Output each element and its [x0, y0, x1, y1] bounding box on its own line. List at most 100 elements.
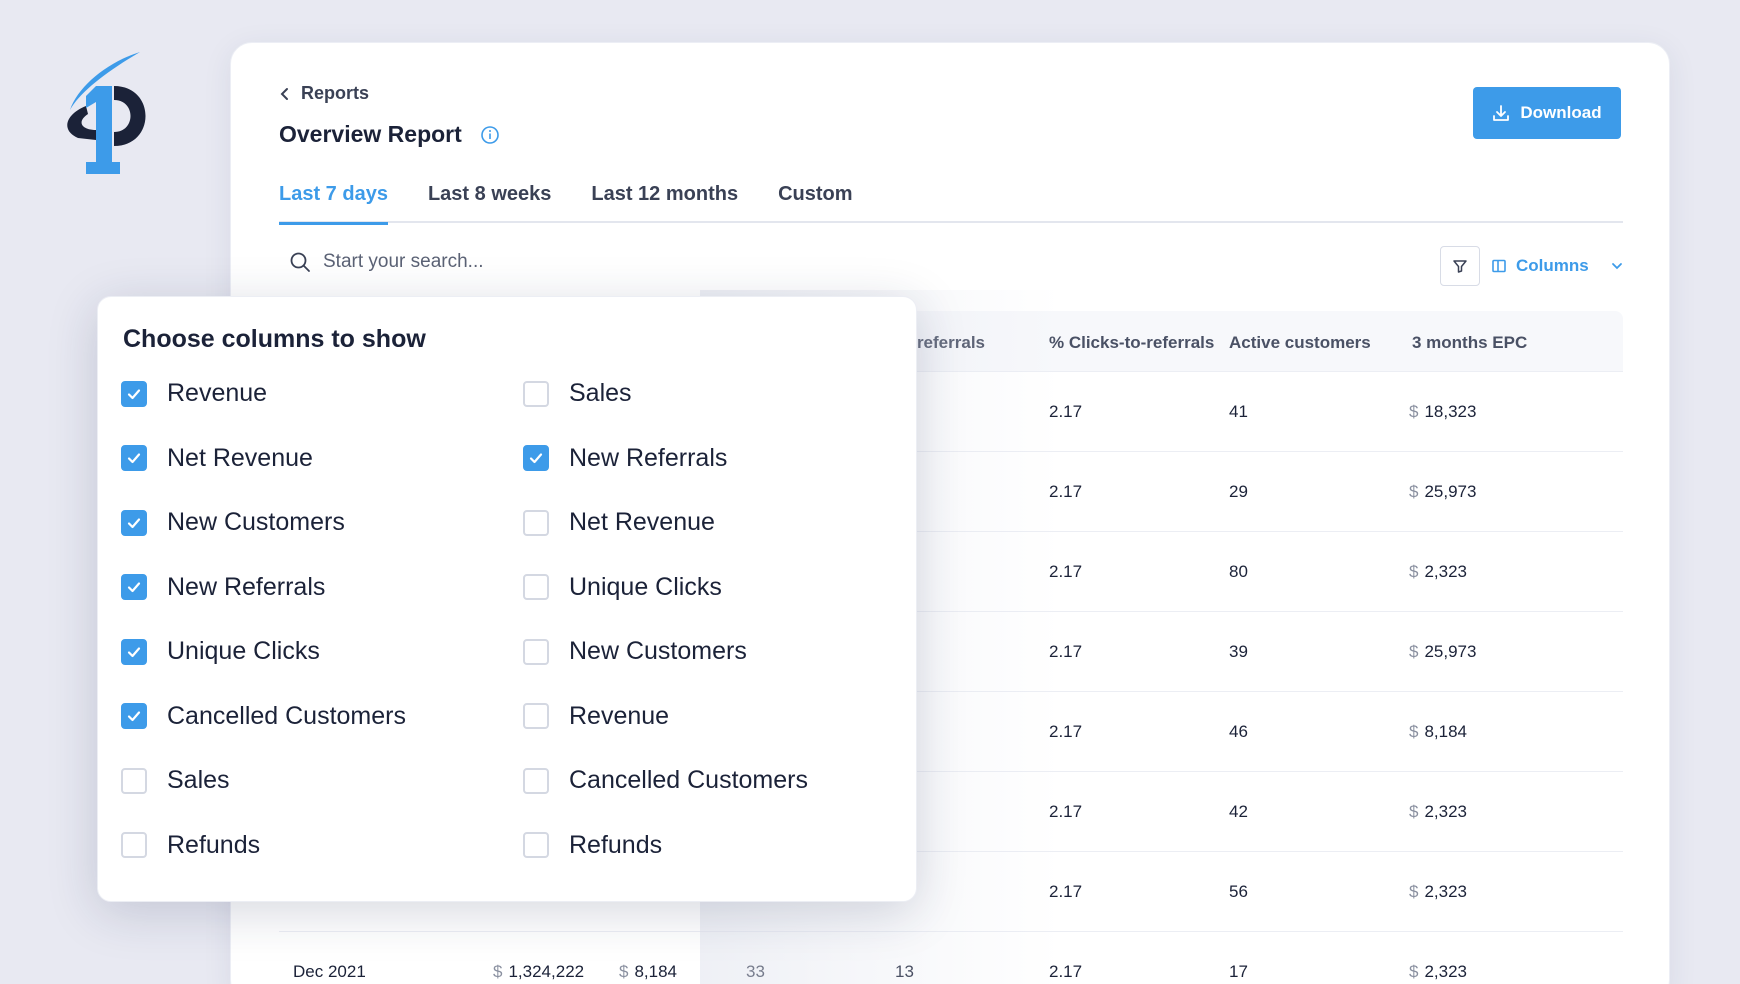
- column-option[interactable]: Cancelled Customers: [523, 766, 808, 795]
- check-icon: [127, 388, 141, 399]
- cell-epc: $25,973: [1409, 482, 1477, 501]
- column-checkbox[interactable]: [523, 638, 549, 665]
- download-button[interactable]: Download: [1473, 87, 1621, 139]
- cell-active-customers: 56: [1229, 882, 1248, 901]
- columns-button[interactable]: Columns: [1491, 248, 1624, 284]
- column-option[interactable]: Refunds: [523, 831, 662, 860]
- cell-epc: $18,323: [1409, 402, 1477, 421]
- cell-date: Dec 2021: [293, 962, 366, 981]
- column-checkbox[interactable]: [121, 832, 147, 858]
- cell-new-referrals: 13: [895, 962, 914, 981]
- cell-epc: $2,323: [1409, 562, 1468, 581]
- cell-clicks-to-referrals: 2.17: [1049, 642, 1083, 661]
- column-option-label: Sales: [167, 766, 230, 794]
- column-checkbox[interactable]: [523, 445, 549, 471]
- column-option[interactable]: New Referrals: [121, 573, 325, 602]
- tab-last-7-days[interactable]: Last 7 days: [279, 179, 388, 225]
- popup-title: Choose columns to show: [123, 325, 426, 353]
- column-checkbox[interactable]: [121, 703, 147, 729]
- column-option[interactable]: Net Revenue: [121, 444, 313, 473]
- column-option[interactable]: Cancelled Customers: [121, 702, 406, 731]
- column-option[interactable]: Unique Clicks: [121, 637, 320, 666]
- chevron-left-icon: [280, 87, 288, 100]
- filter-icon: [1453, 260, 1467, 273]
- cell-clicks-to-referrals: 2.17: [1049, 482, 1083, 501]
- column-option[interactable]: Net Revenue: [523, 508, 715, 537]
- column-option-label: Sales: [569, 379, 632, 407]
- cell-epc: $2,323: [1409, 962, 1468, 981]
- cell-net-revenue: $8,184: [619, 962, 678, 981]
- column-option[interactable]: Revenue: [523, 702, 669, 731]
- column-option[interactable]: New Referrals: [523, 444, 727, 473]
- col-header-active-customers[interactable]: Active customers: [1229, 333, 1371, 353]
- column-option[interactable]: New Customers: [523, 637, 747, 666]
- cell-active-customers: 39: [1229, 642, 1248, 661]
- column-checkbox[interactable]: [121, 574, 147, 600]
- cell-epc: $2,323: [1409, 882, 1468, 901]
- column-option-label: Unique Clicks: [569, 572, 722, 601]
- cell-epc: $25,973: [1409, 642, 1477, 661]
- column-option-label: Net Revenue: [167, 443, 313, 472]
- check-icon: [127, 453, 141, 464]
- column-checkbox[interactable]: [121, 509, 147, 536]
- column-option[interactable]: Sales: [523, 379, 632, 408]
- check-icon: [127, 646, 141, 657]
- column-option-label: Refunds: [167, 830, 261, 859]
- column-checkbox[interactable]: [121, 445, 147, 471]
- column-option-label: Net Revenue: [569, 508, 715, 536]
- column-checkbox[interactable]: [523, 380, 549, 407]
- columns-icon: [1492, 259, 1506, 273]
- cell-active-customers: 42: [1229, 802, 1248, 821]
- tab-last-12-months[interactable]: Last 12 months: [591, 179, 738, 223]
- column-option[interactable]: Refunds: [121, 831, 260, 860]
- columns-popup: Choose columns to show Revenue Net Revenu…: [97, 296, 917, 902]
- brand-logo: [67, 52, 146, 174]
- cell-active-customers: 41: [1229, 402, 1248, 421]
- column-checkbox[interactable]: [523, 574, 549, 600]
- check-icon: [529, 453, 543, 464]
- info-icon[interactable]: [480, 125, 500, 145]
- col-header-clicks-to-referrals[interactable]: % Clicks-to-referrals: [1049, 333, 1214, 353]
- cell-new-customers: 33: [746, 962, 765, 981]
- cell-active-customers: 46: [1229, 722, 1248, 741]
- breadcrumb-back-link[interactable]: Reports: [301, 83, 369, 104]
- column-option-label: Cancelled Customers: [167, 701, 406, 730]
- cell-active-customers: 17: [1229, 962, 1248, 981]
- column-checkbox[interactable]: [523, 509, 549, 536]
- column-option[interactable]: Sales: [121, 766, 230, 795]
- breadcrumb[interactable]: Reports: [279, 83, 369, 104]
- column-option-label: New Referrals: [167, 572, 326, 601]
- download-icon: [1493, 105, 1510, 121]
- columns-label: Columns: [1516, 256, 1589, 275]
- column-option[interactable]: Revenue: [121, 379, 267, 408]
- column-checkbox[interactable]: [523, 832, 549, 858]
- tab-last-8-weeks[interactable]: Last 8 weeks: [428, 179, 551, 223]
- cell-active-customers: 80: [1229, 562, 1248, 581]
- column-option-label: New Customers: [569, 637, 747, 665]
- search-bar: [289, 251, 723, 273]
- check-icon: [127, 711, 141, 722]
- cell-active-customers: 29: [1229, 482, 1248, 501]
- search-input[interactable]: [323, 251, 723, 273]
- cell-clicks-to-referrals: 2.17: [1049, 962, 1083, 981]
- column-option-label: Cancelled Customers: [569, 766, 808, 794]
- page-title: Overview Report: [279, 121, 462, 147]
- table-row[interactable]: Dec 2021 $1,324,222 $8,184 33 13 2.17 17…: [279, 931, 1623, 984]
- column-option[interactable]: Unique Clicks: [523, 573, 722, 602]
- column-option-label: Revenue: [569, 701, 670, 730]
- cell-clicks-to-referrals: 2.17: [1049, 802, 1083, 821]
- column-checkbox[interactable]: [121, 767, 147, 794]
- column-checkbox[interactable]: [523, 703, 549, 729]
- column-checkbox[interactable]: [121, 638, 147, 665]
- filter-button[interactable]: [1440, 246, 1480, 286]
- column-option-label: Refunds: [569, 830, 663, 859]
- tab-custom[interactable]: Custom: [778, 179, 852, 223]
- cell-clicks-to-referrals: 2.17: [1049, 882, 1083, 901]
- title-row: Overview Report: [279, 121, 500, 148]
- col-header-3-months-epc[interactable]: 3 months EPC: [1412, 333, 1527, 353]
- column-checkbox[interactable]: [121, 380, 147, 407]
- column-option-label: New Referrals: [569, 443, 728, 472]
- column-option[interactable]: New Customers: [121, 508, 345, 537]
- column-checkbox[interactable]: [523, 767, 549, 794]
- cell-epc: $2,323: [1409, 802, 1468, 821]
